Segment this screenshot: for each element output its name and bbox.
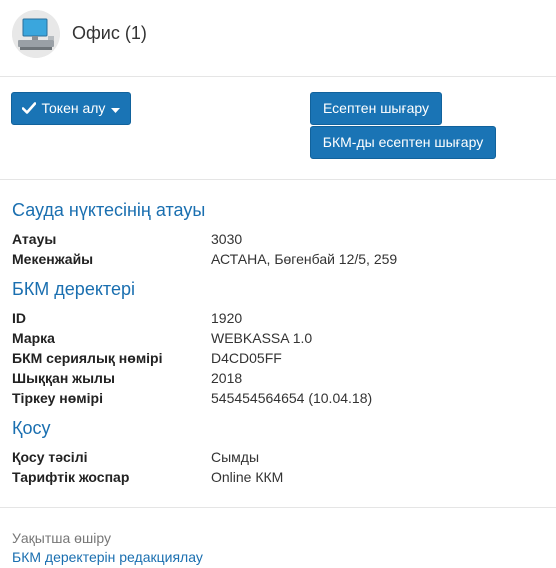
page-title: Офис (1) xyxy=(72,23,147,43)
row-value: 2018 xyxy=(211,370,243,386)
get-token-label: Токен алу xyxy=(41,100,106,116)
row-value: WEBKASSA 1.0 xyxy=(211,330,313,346)
report-button-label: Есептен шығару xyxy=(322,100,430,116)
row-label: Шыққан жылы xyxy=(12,370,115,386)
office-avatar xyxy=(12,10,60,58)
row-value: D4CD05FF xyxy=(211,350,282,366)
row-label: Тіркеу нөмірі xyxy=(12,390,103,406)
kkm-report-button-label: БКМ-ды есептен шығару xyxy=(322,134,484,150)
info-row: Тарифтік жоспар Online ККМ xyxy=(12,467,552,487)
info-row: ID 1920 xyxy=(12,308,552,328)
info-row: Марка WEBKASSA 1.0 xyxy=(12,328,552,348)
section-title-kkm: БКМ деректері xyxy=(12,279,135,299)
row-value: 1920 xyxy=(211,310,243,326)
page-header: Офис (1) xyxy=(0,0,556,76)
get-token-button[interactable]: Токен алу xyxy=(11,92,131,125)
row-value: 3030 xyxy=(211,231,243,247)
section-title-point: Сауда нүктесінің атауы xyxy=(12,200,206,220)
info-row: Мекенжайы АСТАНА, Бөгенбай 12/5, 259 xyxy=(12,249,552,269)
kkm-report-button[interactable]: БКМ-ды есептен шығару xyxy=(310,126,496,159)
row-label: ID xyxy=(12,310,26,326)
caret-down-icon xyxy=(111,94,121,125)
info-row: Шыққан жылы 2018 xyxy=(12,368,552,388)
row-value: 545454564654 (10.04.18) xyxy=(211,390,373,406)
row-value: Online ККМ xyxy=(211,469,284,485)
row-label: БКМ сериялық нөмірі xyxy=(12,350,163,366)
row-label: Қосу тәсілі xyxy=(12,449,88,465)
row-value: Сымды xyxy=(211,449,260,465)
row-label: Тарифтік жоспар xyxy=(12,469,130,485)
info-row: Атауы 3030 xyxy=(12,229,552,249)
info-row: Қосу тәсілі Сымды xyxy=(12,447,552,467)
checkmark-icon xyxy=(21,94,36,125)
info-row: Тіркеу нөмірі 545454564654 (10.04.18) xyxy=(12,388,552,408)
section-title-connection: Қосу xyxy=(12,418,51,438)
row-label: Мекенжайы xyxy=(12,251,94,267)
toolbar-divider xyxy=(0,179,556,180)
computer-monitor-icon xyxy=(12,10,60,58)
temp-delete-link[interactable]: Уақытша өшіру xyxy=(12,530,111,546)
row-label: Марка xyxy=(12,330,55,346)
row-label: Атауы xyxy=(12,231,57,247)
row-value: АСТАНА, Бөгенбай 12/5, 259 xyxy=(211,251,398,267)
info-row: БКМ сериялық нөмірі D4CD05FF xyxy=(12,348,552,368)
footer-divider xyxy=(0,507,556,508)
header-divider xyxy=(0,76,556,77)
edit-kkm-link[interactable]: БКМ деректерін редакциялау xyxy=(12,549,203,565)
report-button[interactable]: Есептен шығару xyxy=(310,92,442,125)
